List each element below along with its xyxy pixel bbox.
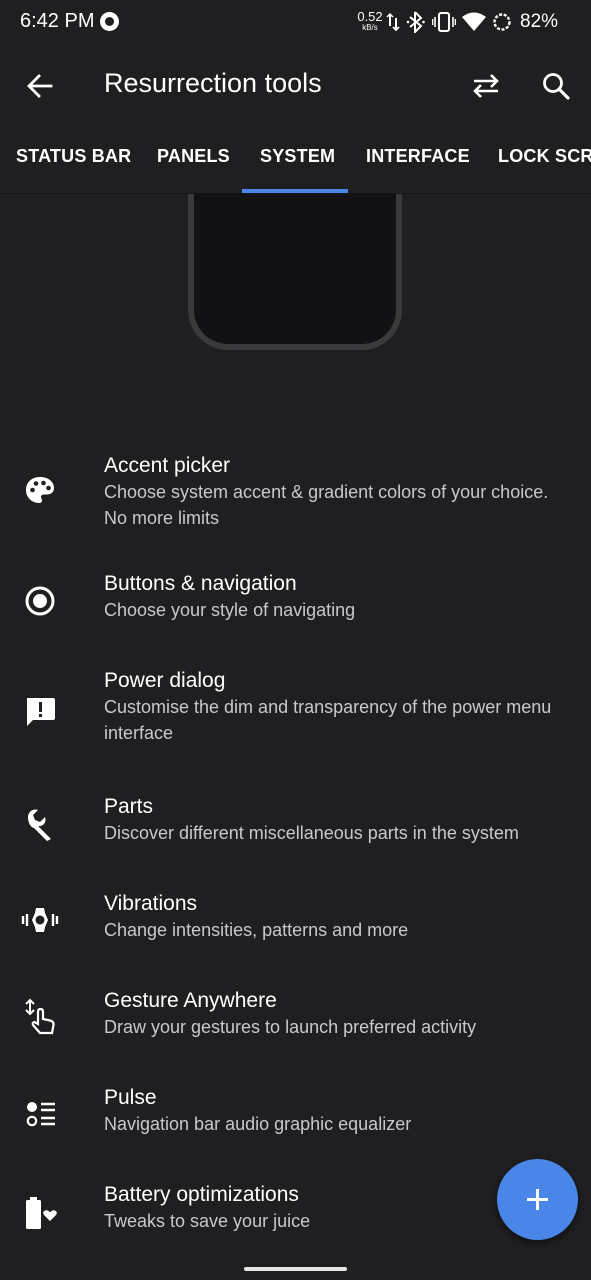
radio-button-icon xyxy=(20,581,60,621)
accent-picker-title: Accent picker xyxy=(104,454,231,477)
power-dialog-title: Power dialog xyxy=(104,669,226,692)
accent-picker-summary: Choose system accent & gradient colors o… xyxy=(104,482,549,528)
buttons-navigation-title: Buttons & navigation xyxy=(104,572,297,595)
battery-percent: 82% xyxy=(520,11,559,32)
data-arrows-icon xyxy=(386,12,400,32)
back-button[interactable] xyxy=(22,68,58,104)
tab-indicator xyxy=(242,189,348,193)
list-item-buttons-navigation[interactable]: Buttons & navigation Choose your style o… xyxy=(0,572,591,645)
tab-lock-screen[interactable]: LOCK SCREEN xyxy=(498,146,591,167)
back-arrow-icon xyxy=(27,74,53,98)
buttons-navigation-summary: Choose your style of navigating xyxy=(104,600,356,620)
pulse-summary: Navigation bar audio graphic equalizer xyxy=(104,1114,412,1134)
vibrations-summary: Change intensities, patterns and more xyxy=(104,920,409,940)
list-item-power-dialog[interactable]: Power dialog Customise the dim and trans… xyxy=(0,669,591,772)
device-preview xyxy=(188,194,402,350)
network-speed: 0.52 kB/s xyxy=(356,9,384,32)
power-dialog-summary: Customise the dim and transparency of th… xyxy=(104,697,552,743)
tab-status-bar[interactable]: STATUS BAR xyxy=(16,146,131,167)
tab-bar: STATUS BAR PANELS SYSTEM INTERFACE LOCK … xyxy=(0,124,591,194)
gesture-anywhere-title: Gesture Anywhere xyxy=(104,989,277,1012)
tab-system[interactable]: SYSTEM xyxy=(260,146,335,167)
screen: 6:42 PM 0.52 kB/s 82% Resurrection tools… xyxy=(0,0,591,1280)
list-item-pulse[interactable]: Pulse Navigation bar audio graphic equal… xyxy=(0,1086,591,1159)
add-button[interactable] xyxy=(497,1159,578,1240)
settings-list: Accent picker Choose system accent & gra… xyxy=(0,194,591,1280)
vibrations-title: Vibrations xyxy=(104,892,198,915)
status-bar: 6:42 PM 0.52 kB/s 82% xyxy=(0,0,591,44)
parts-summary: Discover different miscellaneous parts i… xyxy=(104,823,519,843)
list-item-vibrations[interactable]: Vibrations Change intensities, patterns … xyxy=(0,892,591,965)
tab-interface[interactable]: INTERFACE xyxy=(366,146,470,167)
tab-panels[interactable]: PANELS xyxy=(157,146,230,167)
battery-heart-icon xyxy=(20,1194,60,1234)
wrench-icon xyxy=(20,804,60,844)
app-bar: Resurrection tools xyxy=(0,44,591,124)
search-button[interactable] xyxy=(538,68,574,104)
pulse-title: Pulse xyxy=(104,1086,157,1109)
parts-title: Parts xyxy=(104,795,154,818)
bluetooth-icon xyxy=(406,11,425,33)
wifi-icon xyxy=(462,12,486,31)
swipe-gesture-icon xyxy=(20,998,60,1038)
p-icon xyxy=(100,12,119,31)
list-item-parts[interactable]: Parts Discover different miscellaneous p… xyxy=(0,795,591,868)
list-toggle-icon xyxy=(20,1094,60,1134)
vibrate-icon xyxy=(432,12,456,32)
gesture-nav-handle[interactable] xyxy=(244,1267,347,1271)
swap-button[interactable] xyxy=(468,68,504,104)
status-icons: 82% xyxy=(386,10,558,34)
palette-icon xyxy=(20,470,60,510)
gesture-anywhere-summary: Draw your gestures to launch preferred a… xyxy=(104,1017,477,1037)
page-title: Resurrection tools xyxy=(104,68,322,98)
list-item-accent-picker[interactable]: Accent picker Choose system accent & gra… xyxy=(0,450,591,550)
feedback-icon xyxy=(20,691,60,731)
network-speed-unit: kB/s xyxy=(362,23,378,32)
battery-optimizations-title: Battery optimizations xyxy=(104,1183,299,1206)
plus-icon xyxy=(527,1189,548,1210)
status-time: 6:42 PM xyxy=(20,10,95,32)
list-item-gesture-anywhere[interactable]: Gesture Anywhere Draw your gestures to l… xyxy=(0,989,591,1062)
search-icon xyxy=(543,73,570,100)
swap-icon xyxy=(473,74,499,98)
network-speed-value: 0.52 xyxy=(357,9,383,24)
vibration-icon xyxy=(20,900,60,940)
battery-ring-icon xyxy=(493,13,511,31)
